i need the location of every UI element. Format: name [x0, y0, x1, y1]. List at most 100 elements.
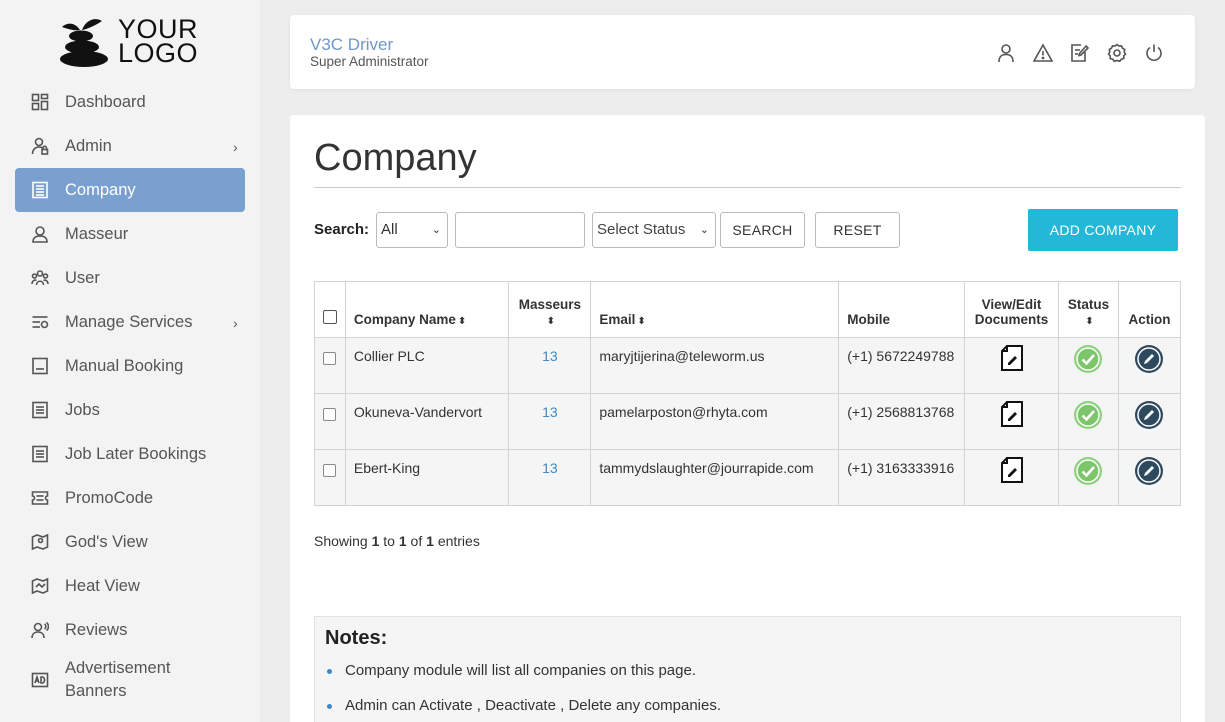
logo[interactable]: YOUR LOGO: [58, 14, 208, 68]
company-mobile: (+1) 5672249788: [838, 337, 966, 394]
document-edit-icon[interactable]: [999, 400, 1025, 428]
sidebar-item-label: God's View: [65, 532, 148, 551]
select-all-checkbox[interactable]: [322, 310, 337, 324]
ticket-icon: [30, 488, 50, 508]
power-icon[interactable]: [1143, 42, 1165, 64]
sidebar-item-masseur[interactable]: Masseur: [15, 212, 245, 256]
company-email: pamelarposton@rhyta.com: [590, 393, 840, 450]
notes-list: Company module will list all companies o…: [325, 662, 721, 722]
sidebar-item-reviews[interactable]: Reviews: [15, 608, 245, 652]
sort-icon: ⬍: [457, 316, 467, 327]
sidebar-item-heat-view[interactable]: Heat View: [15, 564, 245, 608]
table-row: Okuneva-Vandervort 13 pamelarposton@rhyt…: [314, 393, 1182, 450]
row-checkbox[interactable]: [323, 464, 337, 477]
dashboard-icon: [30, 92, 50, 112]
edit-note-icon[interactable]: [1069, 42, 1091, 64]
row-checkbox-cell: [314, 393, 346, 450]
admin-icon: [30, 136, 50, 156]
reviews-icon: [30, 620, 50, 640]
list-item: Admin can Activate , Deactivate , Delete…: [325, 697, 721, 722]
search-field-select[interactable]: All ⌄: [376, 212, 448, 248]
document-edit-icon[interactable]: [999, 344, 1025, 372]
edit-icon[interactable]: [1134, 344, 1164, 374]
sidebar-item-label: PromoCode: [65, 488, 154, 507]
logo-stones-icon: [60, 19, 108, 67]
ad-icon: [30, 670, 50, 690]
sidebar: YOUR LOGO Dashboard Admin › Company Mass…: [0, 0, 260, 722]
masseurs-link[interactable]: 13: [542, 404, 558, 420]
row-checkbox[interactable]: [323, 408, 337, 421]
col-masseurs[interactable]: Masseurs ⬍: [508, 281, 592, 338]
select-all-checkbox-cell: [314, 281, 346, 338]
masseurs-count: 13: [508, 337, 592, 394]
settings-icon[interactable]: [1106, 42, 1128, 64]
col-status[interactable]: Status ⬍: [1058, 281, 1119, 338]
status-cell: [1058, 449, 1119, 506]
heat-map-icon: [30, 576, 50, 596]
app-title[interactable]: V3C Driver: [310, 35, 393, 55]
sidebar-item-jobs[interactable]: Jobs: [15, 388, 245, 432]
reset-button[interactable]: RESET: [815, 212, 900, 248]
user-icon[interactable]: [995, 42, 1017, 64]
chevron-down-icon: ⌄: [431, 224, 441, 236]
row-checkbox-cell: [314, 449, 346, 506]
sidebar-item-company[interactable]: Company: [15, 168, 245, 212]
sidebar-item-job-later-bookings[interactable]: Job Later Bookings: [15, 432, 245, 476]
sidebar-item-label: Manage Services: [65, 312, 193, 331]
status-select[interactable]: Select Status ⌄: [592, 212, 716, 248]
users-icon: [30, 268, 50, 288]
row-checkbox[interactable]: [323, 352, 337, 365]
masseur-icon: [30, 224, 50, 244]
sort-icon: ⬍: [1085, 316, 1094, 327]
map-pin-icon: [30, 532, 50, 552]
action-cell: [1117, 449, 1182, 506]
status-cell: [1058, 393, 1119, 450]
manage-services-icon: [30, 312, 50, 332]
sidebar-item-label: Manual Booking: [65, 356, 184, 375]
alert-icon[interactable]: [1032, 42, 1054, 64]
sidebar-item-label: Advertisement Banners: [65, 659, 171, 700]
sidebar-item-promocode[interactable]: PromoCode: [15, 476, 245, 520]
documents-cell: [964, 393, 1059, 450]
sidebar-item-label: Jobs: [65, 400, 100, 419]
job-later-icon: [30, 444, 50, 464]
company-name: Okuneva-Vandervort: [344, 393, 510, 450]
edit-icon[interactable]: [1134, 400, 1164, 430]
masseurs-link[interactable]: 13: [542, 460, 558, 476]
masseurs-count: 13: [508, 449, 592, 506]
table-header-row: Company Name ⬍ Masseurs ⬍ Email ⬍ Mobile Vi…: [314, 281, 1182, 338]
logo-text: YOUR LOGO: [118, 14, 199, 68]
status-active-icon[interactable]: [1073, 400, 1103, 430]
status-active-icon[interactable]: [1073, 456, 1103, 486]
table-row: Ebert-King 13 tammydslaughter@jourrapide…: [314, 449, 1182, 506]
page-title: Company: [314, 137, 477, 179]
col-company-name[interactable]: Company Name ⬍: [344, 281, 510, 338]
sidebar-item-label: Admin: [65, 136, 112, 155]
masseurs-link[interactable]: 13: [542, 348, 558, 364]
sidebar-nav: Dashboard Admin › Company Masseur User M…: [15, 80, 245, 708]
status-active-icon[interactable]: [1073, 344, 1103, 374]
pagination-info: Showing 1 to 1 of 1 entries: [314, 533, 480, 549]
sidebar-item-gods-view[interactable]: God's View: [15, 520, 245, 564]
add-company-button[interactable]: ADD COMPANY: [1028, 209, 1178, 251]
sidebar-item-label: Job Later Bookings: [65, 444, 207, 463]
document-edit-icon[interactable]: [999, 456, 1025, 484]
sidebar-item-user[interactable]: User: [15, 256, 245, 300]
sidebar-item-advertisement-banners[interactable]: Advertisement Banners: [15, 652, 245, 708]
masseurs-count: 13: [508, 393, 592, 450]
sidebar-item-admin[interactable]: Admin ›: [15, 124, 245, 168]
sidebar-item-dashboard[interactable]: Dashboard: [15, 80, 245, 124]
col-email[interactable]: Email ⬍: [590, 281, 840, 338]
chevron-right-icon: ›: [233, 139, 238, 155]
search-button[interactable]: SEARCH: [720, 212, 805, 248]
main-content: Company Search: All ⌄ Select Status ⌄ SE…: [290, 115, 1205, 722]
sidebar-item-manage-services[interactable]: Manage Services ›: [15, 300, 245, 344]
edit-icon[interactable]: [1134, 456, 1164, 486]
documents-cell: [964, 449, 1059, 506]
search-input[interactable]: [455, 212, 585, 248]
chevron-right-icon: ›: [233, 315, 238, 331]
sidebar-item-manual-booking[interactable]: Manual Booking: [15, 344, 245, 388]
company-mobile: (+1) 2568813768: [838, 393, 966, 450]
sidebar-item-label: Company: [65, 180, 136, 199]
user-role: Super Administrator: [310, 54, 429, 69]
